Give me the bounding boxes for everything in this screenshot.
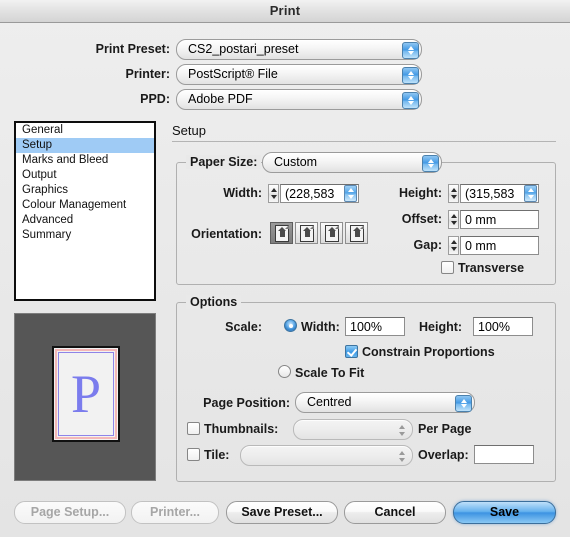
height-stepper[interactable]	[448, 184, 459, 203]
width-field[interactable]: (228,583	[280, 184, 359, 203]
title-bar: Print	[0, 0, 570, 23]
section-list[interactable]: General Setup Marks and Bleed Output Gra…	[14, 121, 156, 301]
scale-width-value: 100%	[350, 320, 382, 334]
height-field[interactable]: (315,583	[460, 184, 539, 203]
sidebar-item-summary[interactable]: Summary	[16, 228, 154, 243]
scale-label: Scale:	[225, 320, 262, 334]
save-preset-button[interactable]: Save Preset...	[226, 501, 338, 524]
gap-stepper[interactable]	[448, 236, 459, 255]
thumbnails-label: Thumbnails:	[204, 422, 279, 436]
sidebar-item-output[interactable]: Output	[16, 168, 154, 183]
chevron-updown-icon[interactable]	[422, 155, 439, 172]
print-preset-value: CS2_postari_preset	[188, 42, 299, 56]
sidebar-item-general[interactable]: General	[16, 123, 154, 138]
print-preview: P	[14, 313, 156, 481]
orientation-button-landscape[interactable]	[295, 222, 318, 244]
offset-stepper[interactable]	[448, 210, 459, 229]
sidebar-item-advanced[interactable]: Advanced	[16, 213, 154, 228]
chevron-updown-icon[interactable]	[393, 422, 410, 439]
height-blue-stepper[interactable]	[524, 185, 537, 202]
printer-button[interactable]: Printer...	[131, 501, 219, 524]
sidebar-item-marks-and-bleed[interactable]: Marks and Bleed	[16, 153, 154, 168]
page-portrait-icon	[275, 225, 289, 242]
thumbnails-checkbox[interactable]	[187, 422, 200, 435]
gap-field[interactable]: 0 mm	[460, 236, 539, 255]
print-preset-label: Print Preset:	[95, 42, 170, 56]
paper-size-legend: Paper Size:	[186, 155, 262, 169]
panel-divider	[172, 141, 556, 142]
print-dialog: Print Print Preset: CS2_postari_preset P…	[0, 0, 570, 537]
scale-height-label: Height:	[419, 320, 463, 334]
chevron-updown-icon[interactable]	[455, 395, 472, 412]
scale-to-fit-label: Scale To Fit	[295, 366, 365, 380]
page-portrait-flipped-icon	[325, 225, 339, 242]
thumbnails-suffix: Per Page	[418, 422, 472, 436]
sidebar-item-graphics[interactable]: Graphics	[16, 183, 154, 198]
tile-label: Tile:	[204, 448, 230, 462]
transverse-checkbox[interactable]	[441, 261, 454, 274]
scale-width-label: Width:	[301, 320, 340, 334]
page-title: Setup	[172, 123, 206, 138]
gap-label: Gap:	[413, 238, 442, 252]
scale-width-field[interactable]: 100%	[345, 317, 405, 336]
window-title: Print	[269, 3, 301, 18]
constrain-proportions-label: Constrain Proportions	[362, 345, 495, 359]
paper-size-popup[interactable]: Custom	[262, 152, 442, 173]
scale-to-fit-radio[interactable]	[278, 365, 291, 378]
offset-label: Offset:	[401, 212, 442, 226]
preview-page: P	[52, 346, 120, 442]
ppd-value: Adobe PDF	[188, 92, 253, 106]
ppd-label: PPD:	[140, 92, 170, 106]
constrain-proportions-checkbox[interactable]	[345, 345, 358, 358]
page-position-popup[interactable]: Centred	[295, 392, 475, 413]
chevron-updown-icon[interactable]	[402, 67, 419, 84]
printer-label: Printer:	[125, 67, 170, 81]
tile-checkbox[interactable]	[187, 448, 200, 461]
height-label: Height:	[398, 186, 442, 200]
offset-value: 0 mm	[465, 213, 497, 227]
orientation-button-portrait[interactable]	[270, 222, 293, 244]
page-setup-button[interactable]: Page Setup...	[14, 501, 126, 524]
chevron-updown-icon[interactable]	[402, 42, 419, 59]
page-position-label: Page Position:	[203, 396, 290, 410]
overlap-label: Overlap:	[418, 448, 469, 462]
sidebar-item-setup[interactable]: Setup	[16, 138, 154, 153]
preview-page-letter: P	[70, 364, 102, 424]
overlap-field[interactable]	[474, 445, 534, 464]
printer-value: PostScript® File	[188, 67, 278, 81]
page-landscape-icon	[300, 225, 314, 242]
scale-height-value: 100%	[478, 320, 510, 334]
print-preset-popup[interactable]: CS2_postari_preset	[176, 39, 422, 60]
printer-popup[interactable]: PostScript® File	[176, 64, 422, 85]
offset-field[interactable]: 0 mm	[460, 210, 539, 229]
thumbnails-popup[interactable]	[293, 419, 413, 440]
gap-value: 0 mm	[465, 239, 497, 253]
transverse-label: Transverse	[458, 261, 525, 275]
orientation-label: Orientation:	[191, 227, 262, 241]
width-label: Width:	[223, 186, 262, 200]
save-button[interactable]: Save	[453, 501, 556, 524]
paper-size-value: Custom	[274, 155, 318, 169]
sidebar-item-colour-management[interactable]: Colour Management	[16, 198, 154, 213]
chevron-updown-icon[interactable]	[402, 92, 419, 109]
width-blue-stepper[interactable]	[344, 185, 357, 202]
tile-popup[interactable]	[240, 445, 413, 466]
scale-height-field[interactable]: 100%	[473, 317, 533, 336]
orientation-button-landscape-flipped[interactable]	[345, 222, 368, 244]
width-stepper[interactable]	[268, 184, 279, 203]
chevron-updown-icon[interactable]	[393, 448, 410, 465]
page-position-value: Centred	[307, 395, 352, 409]
ppd-popup[interactable]: Adobe PDF	[176, 89, 422, 110]
page-landscape-flipped-icon	[350, 225, 364, 242]
scale-width-radio[interactable]	[284, 319, 297, 332]
options-legend: Options	[186, 295, 242, 309]
orientation-button-portrait-flipped[interactable]	[320, 222, 343, 244]
cancel-button[interactable]: Cancel	[344, 501, 446, 524]
